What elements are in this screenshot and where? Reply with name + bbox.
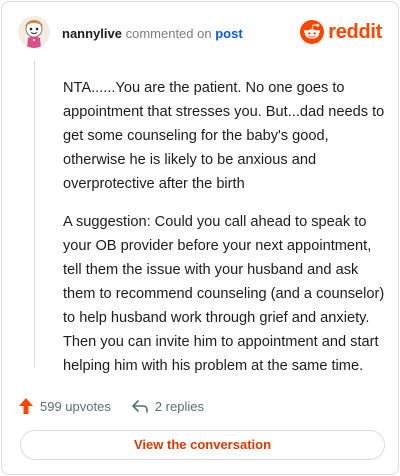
comment-card: nannylive commented on post reddit NTA..… xyxy=(1,1,399,475)
commented-on-text: commented on xyxy=(125,26,212,41)
comment-paragraph: A suggestion: Could you call ahead to sp… xyxy=(63,214,385,374)
upvote-button[interactable]: 599 upvotes xyxy=(18,397,111,415)
username[interactable]: nannylive xyxy=(62,26,122,41)
comment-paragraph: NTA......You are the patient. No one goe… xyxy=(63,80,385,192)
replies-button[interactable]: 2 replies xyxy=(131,398,204,414)
comment-meta: nannylive commented on post xyxy=(62,26,243,41)
reply-arrow-icon xyxy=(132,400,148,413)
comment-header: nannylive commented on post reddit xyxy=(18,16,382,52)
reddit-snoo-icon xyxy=(300,20,325,44)
view-conversation-button[interactable]: View the conversation xyxy=(20,430,385,460)
upvote-count: 599 upvotes xyxy=(40,398,111,414)
post-link[interactable]: post xyxy=(215,26,242,41)
reply-count: 2 replies xyxy=(154,398,204,414)
reddit-logo[interactable]: reddit xyxy=(300,19,382,45)
comment-actions: 599 upvotes 2 replies xyxy=(18,394,204,418)
snoo-avatar-icon xyxy=(18,16,50,48)
reddit-wordmark: reddit xyxy=(328,20,382,43)
comment-body: NTA......You are the patient. No one goe… xyxy=(63,76,388,392)
thread-line xyxy=(34,60,35,367)
user-avatar[interactable] xyxy=(18,16,50,48)
upvote-arrow-icon xyxy=(19,398,33,414)
